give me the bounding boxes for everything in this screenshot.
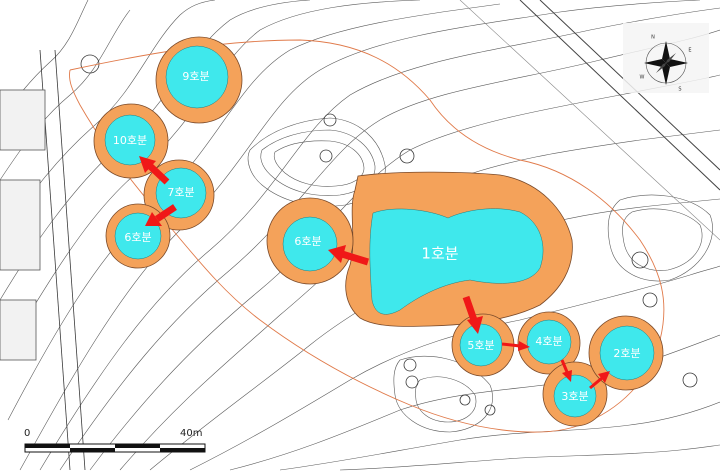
mound-6-east[interactable]: 6호분 bbox=[266, 197, 354, 285]
scale-bar-segment bbox=[115, 444, 160, 448]
scale-bar-segment bbox=[160, 448, 205, 452]
compass-north: N bbox=[651, 35, 655, 41]
mound-2-label: 2호분 bbox=[613, 347, 640, 360]
scale-start-label: 0 bbox=[24, 428, 30, 439]
mound-4-label: 4호분 bbox=[535, 335, 562, 348]
mound-9[interactable]: 9호분 bbox=[155, 36, 243, 124]
scale-bar-segment bbox=[25, 444, 70, 448]
mound-1[interactable]: 1호분 bbox=[345, 171, 573, 327]
mound-10[interactable]: 10호분 bbox=[93, 103, 169, 179]
compass-south: S bbox=[678, 87, 681, 93]
north-arrow-icon: N E S W bbox=[623, 23, 709, 93]
mound-10-label: 10호분 bbox=[113, 134, 147, 147]
mound-6-east-label: 6호분 bbox=[294, 235, 321, 248]
site-map: 1호분 6호분 5호분 4호분 3호분 2호분 9호분 10호분 7호분 6호분… bbox=[0, 0, 720, 473]
scale-bar-segment bbox=[70, 448, 115, 452]
mound-3-label: 3호분 bbox=[561, 390, 588, 403]
mound-5-label: 5호분 bbox=[467, 339, 494, 352]
compass-east: E bbox=[688, 48, 691, 54]
mound-6-west-label: 6호분 bbox=[124, 231, 151, 244]
compass-west: W bbox=[640, 75, 645, 81]
scale-end-label: 40m bbox=[180, 428, 202, 439]
mound-7-label: 7호분 bbox=[167, 186, 194, 199]
mound-1-label: 1호분 bbox=[421, 245, 458, 263]
mound-9-label: 9호분 bbox=[182, 70, 209, 83]
